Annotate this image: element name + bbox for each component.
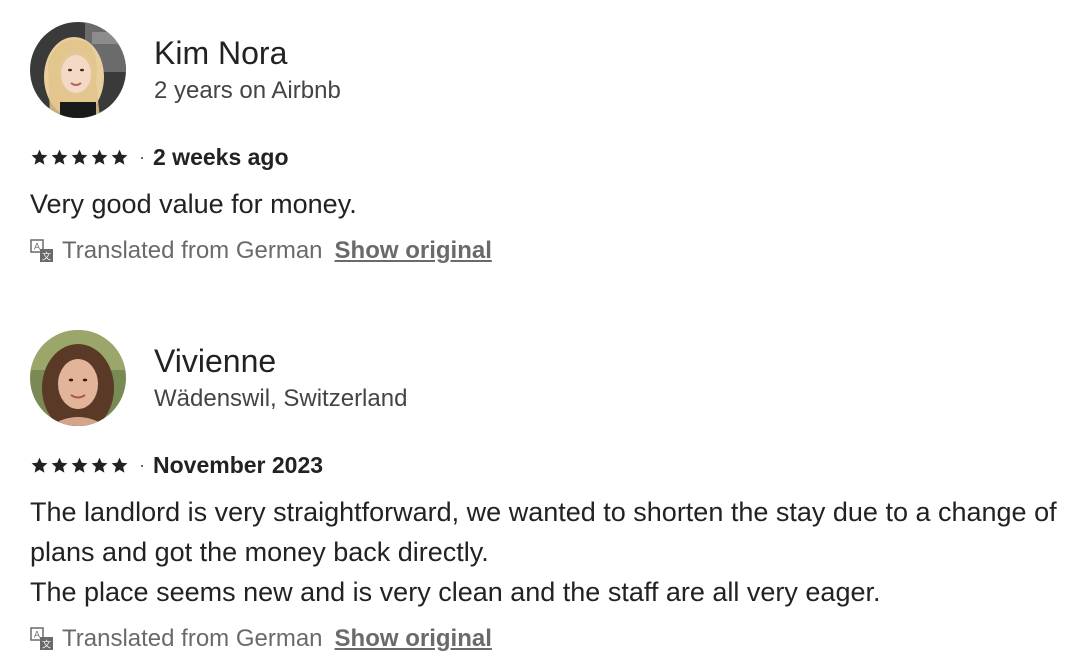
reviewer-info: Vivienne Wädenswil, Switzerland xyxy=(154,342,407,414)
svg-text:文: 文 xyxy=(42,639,51,651)
star-icon xyxy=(91,149,108,165)
review-text: The landlord is very straightforward, we… xyxy=(30,497,1057,607)
translated-from-label: Translated from German xyxy=(62,625,323,652)
review-card: Vivienne Wädenswil, Switzerland · Novemb… xyxy=(30,330,1060,656)
svg-text:文: 文 xyxy=(42,251,51,263)
star-rating xyxy=(30,456,129,475)
star-icon xyxy=(111,149,128,165)
review-text: Very good value for money. xyxy=(30,189,357,219)
svg-text:A: A xyxy=(34,243,41,253)
review-card: Kim Nora 2 years on Airbnb · 2 weeks ago… xyxy=(30,22,1060,268)
svg-text:A: A xyxy=(34,631,41,641)
translation-notice: A 文 Translated from German Show original xyxy=(30,234,1060,268)
reviewer-meta: 2 years on Airbnb xyxy=(154,77,341,104)
star-icon xyxy=(71,457,88,473)
reviewer-name[interactable]: Kim Nora xyxy=(154,34,341,72)
translate-icon: A 文 xyxy=(30,239,53,263)
avatar-image xyxy=(30,22,126,118)
reviewer-info: Kim Nora 2 years on Airbnb xyxy=(154,34,341,106)
avatar[interactable] xyxy=(30,330,126,426)
show-original-link[interactable]: Show original xyxy=(335,625,492,653)
translate-icon: A 文 xyxy=(30,627,53,651)
avatar-image xyxy=(30,330,126,426)
star-icon xyxy=(111,457,128,473)
reviewer-meta: Wädenswil, Switzerland xyxy=(154,385,408,412)
star-rating xyxy=(30,148,129,167)
star-icon xyxy=(71,149,88,165)
star-icon xyxy=(31,457,48,473)
avatar[interactable] xyxy=(30,22,126,118)
translated-from-label: Translated from German xyxy=(62,237,323,264)
review-date: November 2023 xyxy=(153,451,324,478)
separator-dot: · xyxy=(139,454,145,475)
star-icon xyxy=(51,457,68,473)
star-icon xyxy=(91,457,108,473)
show-original-link[interactable]: Show original xyxy=(335,237,492,265)
rating-row: · November 2023 xyxy=(30,450,1060,480)
separator-dot: · xyxy=(139,146,145,167)
reviewer-header: Kim Nora 2 years on Airbnb xyxy=(30,22,1060,118)
reviewer-name[interactable]: Vivienne xyxy=(154,342,407,380)
reviewer-header: Vivienne Wädenswil, Switzerland xyxy=(30,330,1060,426)
star-icon xyxy=(51,149,68,165)
translation-notice: A 文 Translated from German Show original xyxy=(30,622,1060,656)
review-date: 2 weeks ago xyxy=(153,143,289,170)
rating-row: · 2 weeks ago xyxy=(30,142,1060,172)
star-icon xyxy=(31,149,48,165)
